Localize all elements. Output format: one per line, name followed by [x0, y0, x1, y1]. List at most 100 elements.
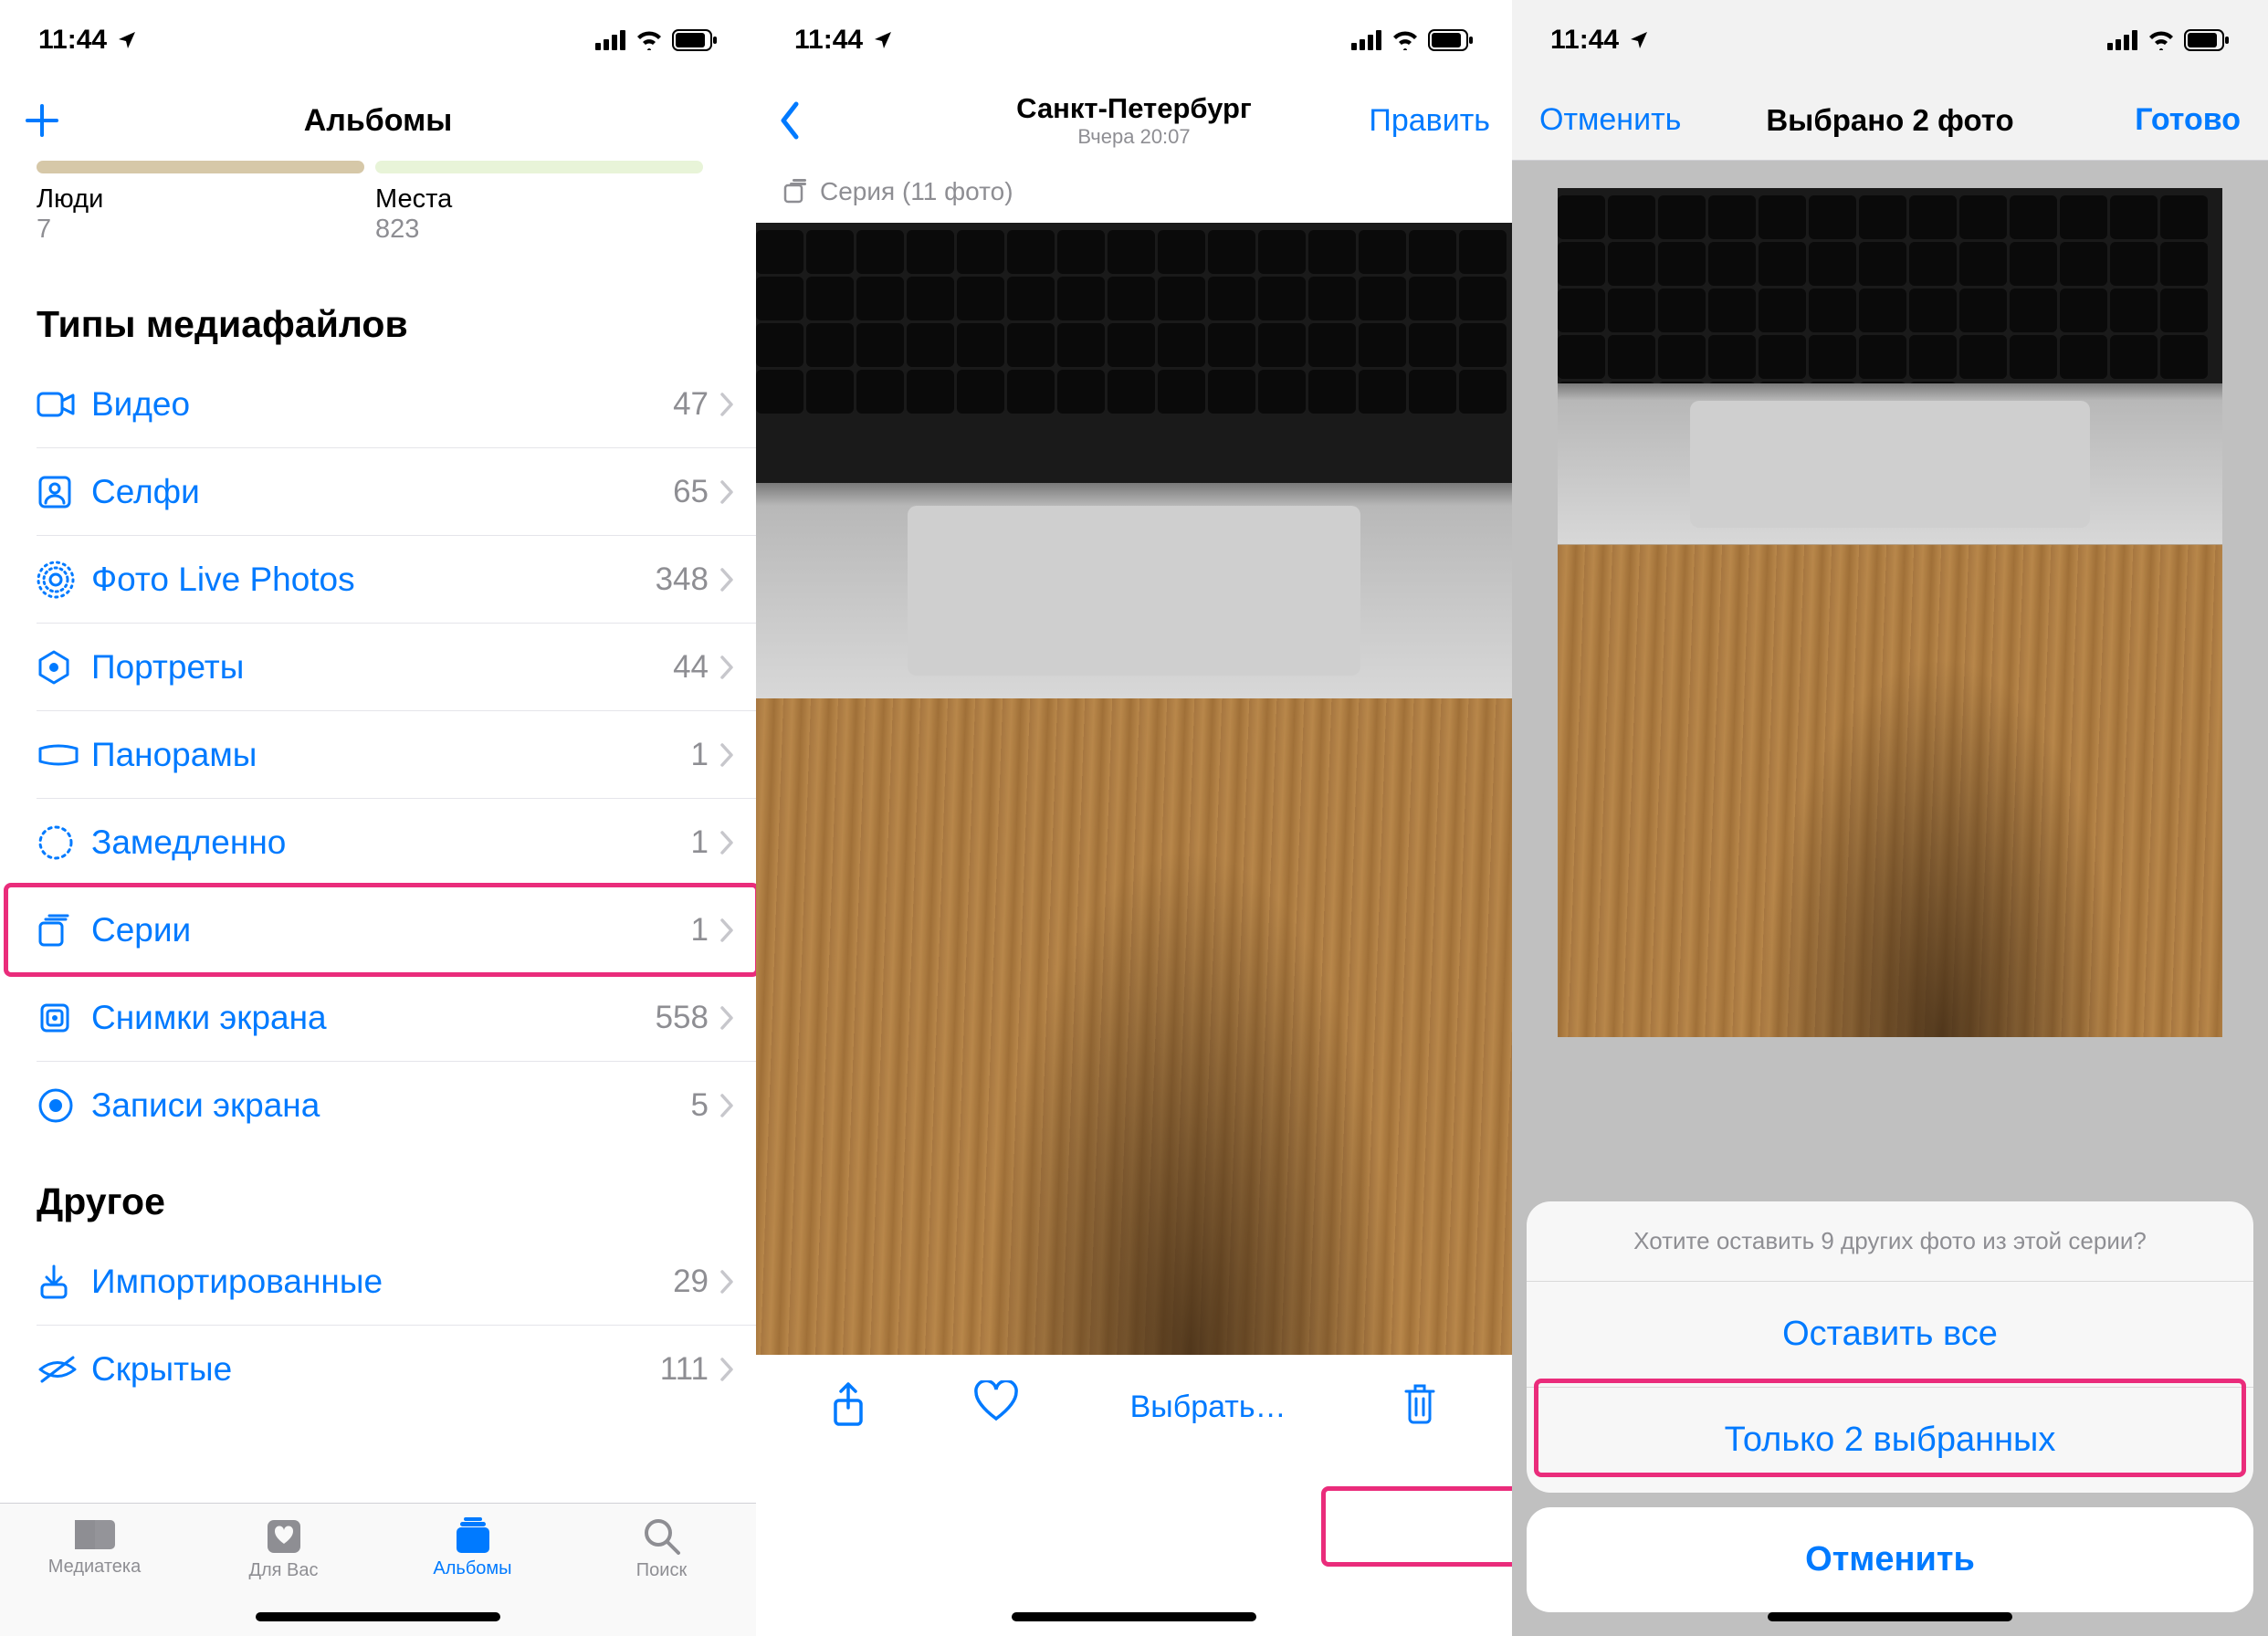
list-row-screenrec[interactable]: Записи экрана5	[37, 1062, 756, 1149]
list-count: 348	[656, 561, 709, 598]
list-count: 1	[691, 824, 709, 861]
cancel-button[interactable]: Отменить	[1539, 102, 1681, 138]
list-label: Портреты	[91, 648, 673, 687]
location-icon	[1628, 29, 1650, 51]
action-sheet: Хотите оставить 9 других фото из этой се…	[1512, 1201, 2268, 1636]
favorite-button[interactable]	[960, 1380, 1033, 1424]
status-bar: 11:44	[0, 0, 756, 80]
sheet-cancel-button[interactable]: Отменить	[1527, 1507, 2253, 1612]
select-button[interactable]: Выбрать…	[1108, 1380, 1308, 1434]
chevron-right-icon	[719, 1093, 734, 1118]
album-places[interactable]: Места 823	[375, 161, 703, 245]
list-row-portrait[interactable]: Портреты44	[37, 624, 756, 711]
status-indicators	[1351, 29, 1474, 51]
media-type-list: Импортированные29Скрытые111	[0, 1238, 756, 1413]
list-row-screenshot[interactable]: Снимки экрана558	[37, 974, 756, 1062]
chevron-right-icon	[719, 567, 734, 593]
chevron-right-icon	[719, 1269, 734, 1295]
albums-icon	[451, 1516, 495, 1555]
album-label: Места	[375, 184, 703, 215]
photo-content	[756, 223, 1512, 1355]
portrait-icon	[37, 648, 91, 687]
album-people[interactable]: Люди 7	[37, 161, 364, 245]
home-indicator[interactable]	[256, 1612, 500, 1621]
tab-label: Поиск	[636, 1560, 687, 1581]
album-thumb	[37, 161, 364, 173]
album-thumb	[375, 161, 703, 173]
screenrec-icon	[37, 1086, 91, 1125]
list-label: Записи экрана	[91, 1086, 691, 1125]
share-button[interactable]	[812, 1380, 885, 1430]
list-count: 5	[691, 1087, 709, 1124]
location-icon	[872, 29, 894, 51]
keep-selected-button[interactable]: Только 2 выбранных	[1527, 1388, 2253, 1493]
done-button[interactable]: Готово	[2135, 102, 2241, 138]
list-row-burst[interactable]: Серии1	[37, 886, 756, 974]
wifi-icon	[2147, 30, 2175, 50]
screen-burst-detail: 11:44 Санкт-Петербург Вчера 20:07 Правит…	[756, 0, 1512, 1636]
chevron-right-icon	[719, 1357, 734, 1382]
battery-icon	[1428, 29, 1474, 51]
wifi-icon	[635, 30, 663, 50]
panorama-icon	[37, 741, 91, 769]
list-row-panorama[interactable]: Панорамы1	[37, 711, 756, 799]
list-row-live[interactable]: Фото Live Photos348	[37, 536, 756, 624]
slomo-icon	[37, 823, 91, 862]
status-bar: 11:44	[756, 0, 1512, 80]
chevron-right-icon	[719, 392, 734, 417]
toolbar: Выбрать…	[756, 1355, 1512, 1488]
photo-main[interactable]	[756, 223, 1512, 1355]
list-count: 1	[691, 912, 709, 949]
home-indicator[interactable]	[1012, 1612, 1256, 1621]
list-label: Видео	[91, 385, 673, 424]
tab-albums[interactable]: Альбомы	[378, 1516, 567, 1579]
chevron-right-icon	[719, 918, 734, 943]
keep-all-button[interactable]: Оставить все	[1527, 1282, 2253, 1388]
list-count: 44	[673, 649, 709, 686]
location-icon	[116, 29, 138, 51]
list-row-selfie[interactable]: Селфи65	[37, 448, 756, 536]
burst-label: Серия (11 фото)	[820, 177, 1013, 206]
list-count: 1	[691, 737, 709, 773]
list-row-slomo[interactable]: Замедленно1	[37, 799, 756, 886]
albums-content[interactable]: Люди 7 Места 823 Типы медиафайловВидео47…	[0, 161, 756, 1503]
list-row-hidden[interactable]: Скрытые111	[37, 1326, 756, 1413]
photo-main[interactable]	[1558, 188, 2223, 1037]
list-count: 47	[673, 386, 709, 423]
cellular-icon	[2107, 30, 2138, 50]
delete-button[interactable]	[1383, 1380, 1456, 1426]
tab-library[interactable]: Медиатека	[0, 1516, 189, 1578]
video-icon	[37, 388, 91, 421]
list-count: 65	[673, 474, 709, 510]
nav-bar: Отменить Выбрано 2 фото Готово	[1512, 80, 2268, 161]
list-label: Замедленно	[91, 823, 691, 862]
list-label: Селфи	[91, 473, 673, 511]
media-type-list: Видео47Селфи65Фото Live Photos348Портрет…	[0, 361, 756, 1149]
list-count: 111	[660, 1351, 709, 1388]
back-button[interactable]	[778, 100, 802, 141]
sheet-title: Хотите оставить 9 других фото из этой се…	[1527, 1201, 2253, 1282]
import-icon	[37, 1263, 91, 1301]
live-icon	[37, 561, 91, 599]
page-title: Альбомы	[0, 103, 756, 139]
tab-search[interactable]: Поиск	[567, 1516, 756, 1581]
battery-icon	[672, 29, 718, 51]
list-row-video[interactable]: Видео47	[37, 361, 756, 448]
edit-button[interactable]: Править	[1369, 103, 1490, 139]
burst-info: Серия (11 фото)	[756, 161, 1512, 223]
tab-label: Для Вас	[248, 1560, 318, 1581]
chevron-right-icon	[719, 830, 734, 855]
status-time: 11:44	[1550, 25, 1619, 56]
screen-albums: 11:44 Альбомы Люди 7 Места 823	[0, 0, 756, 1636]
home-indicator[interactable]	[1768, 1612, 2012, 1621]
add-button[interactable]	[22, 100, 62, 141]
section-header: Типы медиафайлов	[0, 272, 756, 361]
tab-foryou[interactable]: Для Вас	[189, 1516, 378, 1581]
screenshot-icon	[37, 1000, 91, 1036]
wifi-icon	[1391, 30, 1419, 50]
section-header: Другое	[0, 1149, 756, 1238]
list-row-import[interactable]: Импортированные29	[37, 1238, 756, 1326]
tab-label: Альбомы	[433, 1558, 511, 1579]
burst-icon	[783, 178, 811, 205]
chevron-right-icon	[719, 655, 734, 680]
